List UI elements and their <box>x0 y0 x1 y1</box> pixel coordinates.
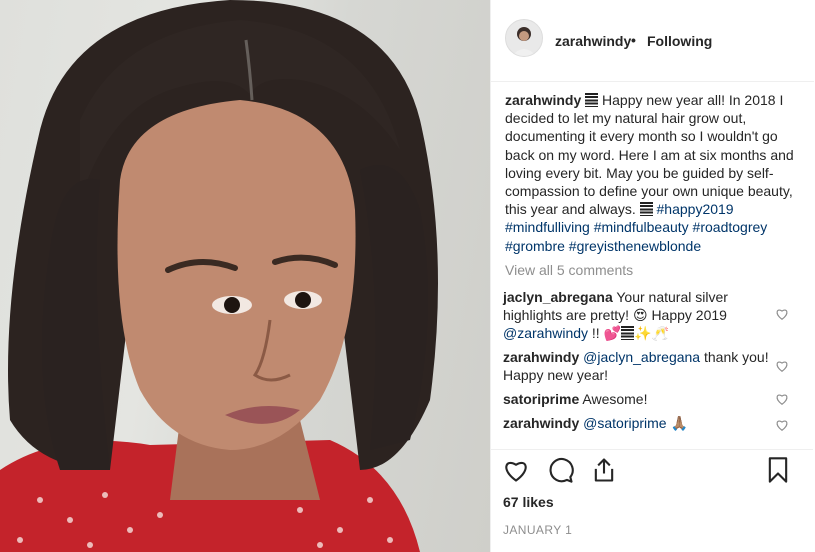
separator-dot: • <box>631 32 636 48</box>
comment-like-heart-icon[interactable] <box>775 418 789 432</box>
share-icon[interactable] <box>590 456 618 484</box>
comment-mention[interactable]: @satoriprime <box>583 415 666 431</box>
post-photo[interactable] <box>0 0 490 552</box>
like-count[interactable]: 67 likes <box>503 494 554 510</box>
comment-text: 🙏🏽 <box>666 415 688 431</box>
post-header: zarahwindy • Following <box>491 0 814 82</box>
comment-like-heart-icon[interactable] <box>775 307 789 321</box>
following-button[interactable]: Following <box>647 33 712 49</box>
emoji-glyph <box>585 93 599 107</box>
view-all-comments-link[interactable]: View all 5 comments <box>505 262 633 278</box>
comment-text: Awesome! <box>579 391 648 407</box>
author-username[interactable]: zarahwindy <box>555 33 631 49</box>
comment-tail-emoji: ✨🥂 <box>634 325 669 342</box>
post-caption: zarahwindy Happy new year all! In 2018 I… <box>505 91 805 255</box>
comment-username[interactable]: zarahwindy <box>503 415 579 431</box>
comment-item: jaclyn_abregana Your natural silver high… <box>503 288 773 343</box>
author-avatar[interactable] <box>505 19 543 57</box>
emoji-glyph <box>639 202 653 217</box>
comment-username[interactable]: zarahwindy <box>503 349 579 365</box>
comment-mention[interactable]: @jaclyn_abregana <box>583 349 700 365</box>
heart-icon[interactable] <box>502 456 530 484</box>
comment-bubble-icon[interactable] <box>547 456 575 484</box>
comment-item: satoriprime Awesome! <box>503 390 773 408</box>
comment-like-heart-icon[interactable] <box>775 392 789 406</box>
bookmark-icon[interactable] <box>764 456 792 484</box>
instagram-post: zarahwindy • Following zarahwindy Happy … <box>0 0 815 552</box>
comment-mention[interactable]: @zarahwindy <box>503 325 588 341</box>
caption-username[interactable]: zarahwindy <box>505 92 581 108</box>
selfie-illustration <box>0 0 438 552</box>
comment-username[interactable]: satoriprime <box>503 391 579 407</box>
comment-tail: !! 💕 <box>588 325 622 342</box>
comment-item: zarahwindy @satoriprime 🙏🏽 <box>503 414 773 432</box>
post-date[interactable]: JANUARY 1 <box>503 523 572 537</box>
emoji-glyph <box>621 326 635 341</box>
caption-text: Happy new year all! In 2018 I decided to… <box>505 92 794 218</box>
comment-username[interactable]: jaclyn_abregana <box>503 289 613 305</box>
comment-item: zarahwindy @jaclyn_abregana thank you! H… <box>503 348 773 384</box>
comment-like-heart-icon[interactable] <box>775 359 789 373</box>
